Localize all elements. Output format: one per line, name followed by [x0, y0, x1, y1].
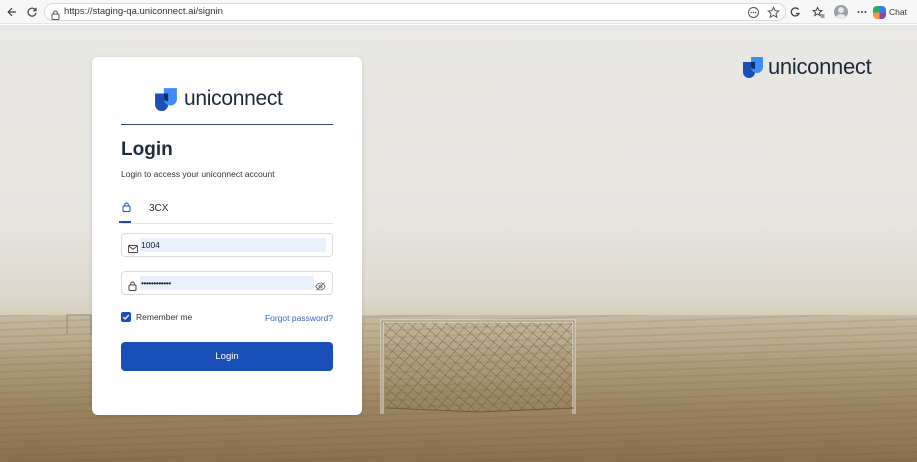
check-icon [122, 314, 130, 320]
back-icon[interactable] [4, 4, 20, 20]
login-method-tabs: 3CX [119, 197, 333, 224]
chat-label: Chat [889, 7, 907, 17]
card-brand-logo: uniconnect [154, 87, 283, 111]
tab-3cx[interactable]: 3CX [149, 203, 168, 214]
remember-me-checkbox[interactable] [121, 312, 131, 322]
brand-name: uniconnect [768, 54, 872, 79]
soccer-goal-image [380, 319, 576, 414]
page-subtitle: Login to access your uniconnect account [121, 169, 275, 179]
extension-icon[interactable] [787, 4, 803, 20]
favorite-icon[interactable] [767, 6, 780, 19]
forgot-password-link[interactable]: Forgot password? [265, 313, 333, 323]
remember-me-label[interactable]: Remember me [136, 312, 192, 322]
lock-icon[interactable] [51, 7, 60, 25]
tab-lock[interactable] [119, 202, 131, 223]
lock-icon [128, 278, 137, 296]
password-field[interactable]: •••••••••••• [121, 271, 333, 295]
login-button[interactable]: Login [121, 342, 333, 371]
login-card: uniconnect Login Login to access your un… [92, 57, 362, 415]
refresh-icon[interactable] [24, 4, 40, 20]
url-text[interactable]: https://staging-qa.uniconnect.ai/signin [64, 6, 223, 17]
favorites-icon[interactable] [810, 4, 826, 20]
copilot-chat-button[interactable]: Chat [873, 3, 915, 21]
remember-me[interactable]: Remember me [121, 312, 192, 322]
mail-icon [128, 240, 138, 258]
address-bar[interactable]: https://staging-qa.uniconnect.ai/signin [44, 3, 786, 21]
password-input[interactable]: •••••••••••• [141, 278, 171, 288]
autofill-highlight [140, 238, 326, 252]
eye-off-icon[interactable] [315, 278, 326, 296]
email-input[interactable]: 1004 [141, 240, 160, 250]
distant-goal-image [66, 314, 92, 335]
page-title: Login [121, 139, 173, 160]
email-field[interactable]: 1004 [121, 233, 333, 257]
divider [121, 124, 333, 125]
uniconnect-logo-icon [743, 57, 763, 78]
copilot-icon [873, 5, 886, 19]
profile-avatar[interactable] [834, 5, 848, 19]
lock-icon [122, 202, 130, 212]
reader-icon[interactable] [747, 6, 760, 19]
browser-toolbar: https://staging-qa.uniconnect.ai/signin … [0, 0, 917, 24]
brand-logo-top: uniconnect [742, 54, 872, 80]
uniconnect-logo-icon [155, 88, 177, 111]
more-icon[interactable] [854, 4, 870, 20]
card-brand-name: uniconnect [184, 87, 283, 110]
